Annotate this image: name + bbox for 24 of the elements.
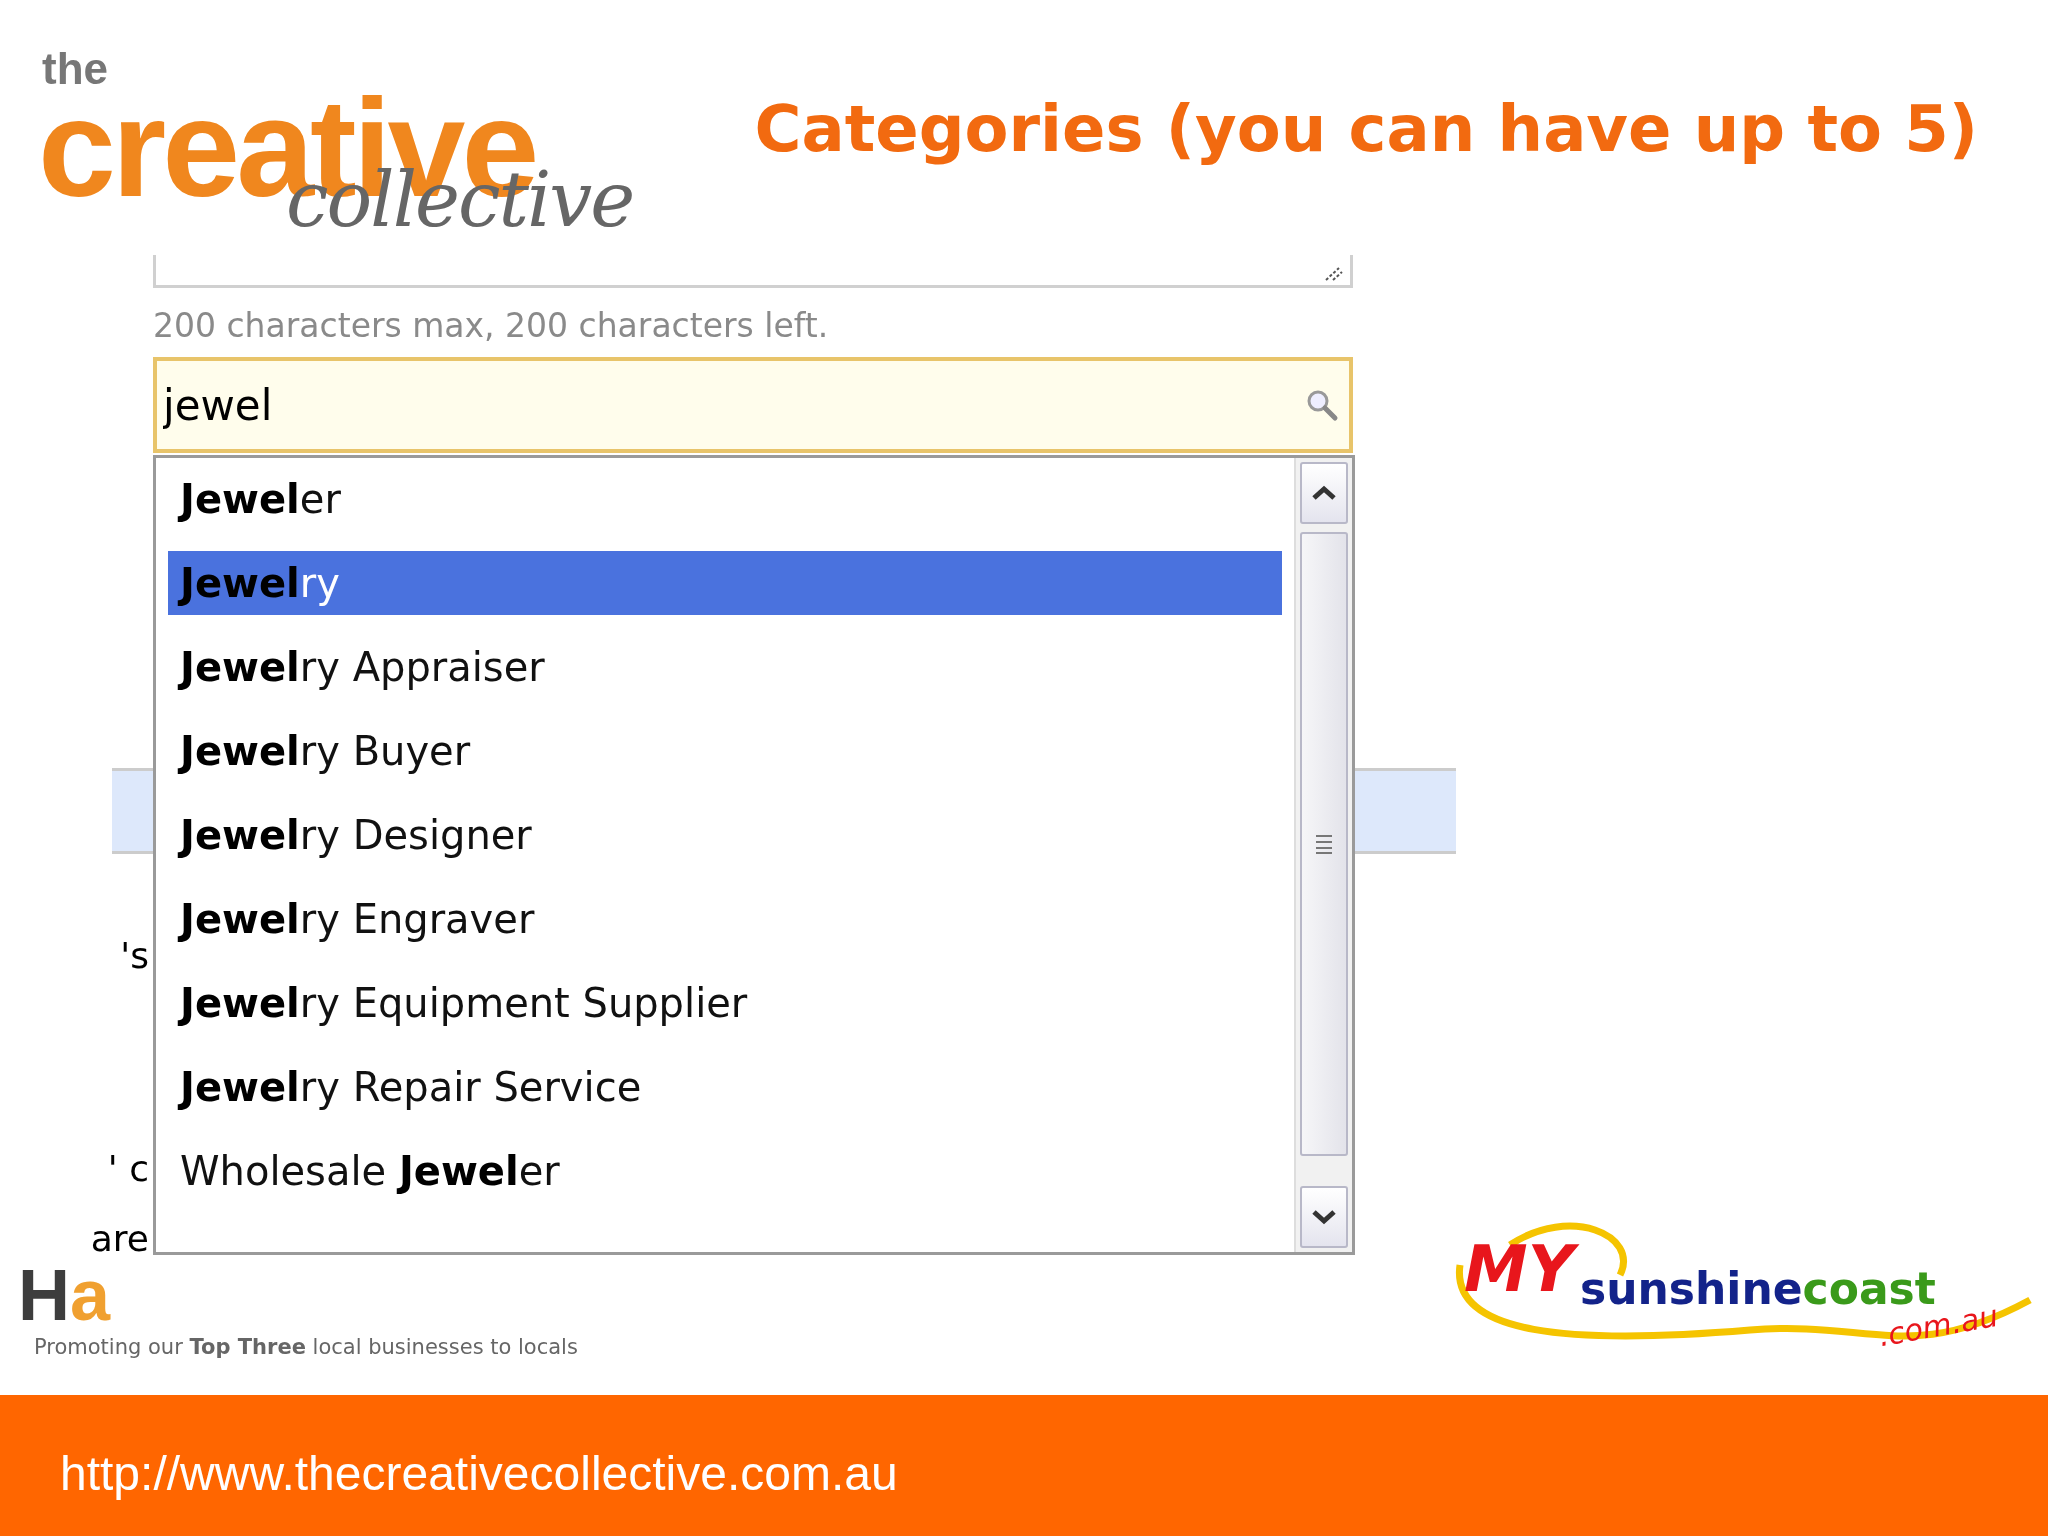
partner-tagline: Promoting our Top Three local businesses to locals	[34, 1335, 578, 1359]
suggestion-item[interactable]: Jewelry Engraver	[168, 887, 1282, 951]
chevron-up-icon	[1311, 485, 1337, 501]
grip-icon	[1314, 833, 1334, 855]
suggestion-item[interactable]: Wholesale Jeweler	[168, 1139, 1282, 1203]
suggestion-item[interactable]: Jewelry	[168, 551, 1282, 615]
character-count: 200 characters max, 200 characters left.	[153, 306, 830, 345]
partner-logo: Ha	[18, 1259, 112, 1331]
suggestion-item[interactable]: Jewelry Appraiser	[168, 635, 1282, 699]
scroll-up-button[interactable]	[1300, 462, 1348, 524]
scroll-thumb[interactable]	[1300, 532, 1348, 1156]
suggestion-item[interactable]: Jewelry Repair Service	[168, 1055, 1282, 1119]
chevron-down-icon	[1311, 1209, 1337, 1225]
website-url: http://www.thecreativecollective.com.au	[60, 1445, 898, 1501]
cut-off-text: ' c	[106, 1148, 149, 1189]
cut-off-text: 's	[119, 935, 149, 976]
suggestion-item[interactable]: Jewelry Equipment Supplier	[168, 971, 1282, 1035]
scroll-down-button[interactable]	[1300, 1186, 1348, 1248]
suggestion-item[interactable]: Jewelry Buyer	[168, 719, 1282, 783]
suggestion-item[interactable]: Jewelry Designer	[168, 803, 1282, 867]
suggestion-item[interactable]: Jeweler	[168, 467, 1282, 531]
cut-off-text: are	[89, 1218, 149, 1259]
search-icon[interactable]	[1305, 388, 1339, 422]
slide-title: Categories (you can have up to 5)	[754, 92, 1978, 168]
